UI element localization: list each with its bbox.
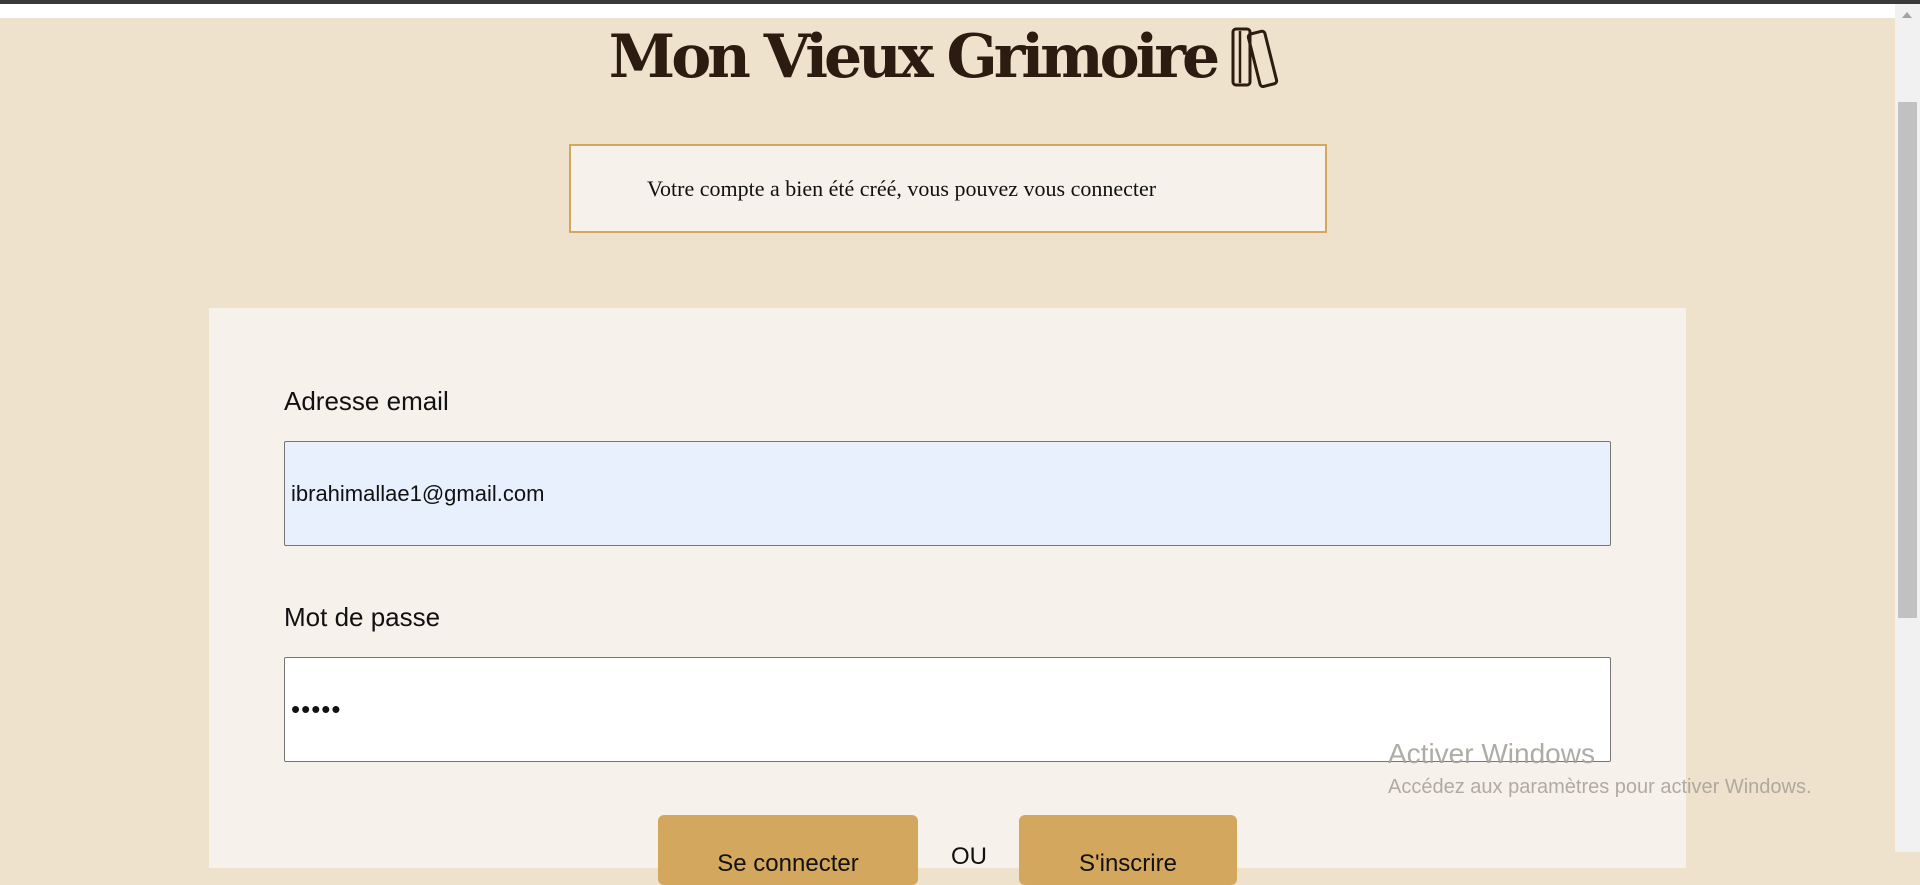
signin-button[interactable]: Se connecter <box>658 815 918 885</box>
logo-text: Mon Vieux Grimoire <box>608 22 1220 92</box>
site-logo[interactable]: Mon Vieux Grimoire <box>0 22 1895 92</box>
password-label: Mot de passe <box>284 602 441 632</box>
email-field[interactable] <box>284 441 1611 546</box>
books-icon <box>1231 27 1279 88</box>
vertical-scrollbar[interactable] <box>1895 4 1920 852</box>
login-card: Adresse email Mot de passe Se connecter … <box>209 308 1686 885</box>
success-message: Votre compte a bien été créé, vous pouve… <box>647 175 1157 201</box>
scroll-up-arrow-icon[interactable] <box>1902 12 1912 18</box>
scrollbar-thumb[interactable] <box>1898 102 1917 618</box>
success-alert: Votre compte a bien été créé, vous pouve… <box>569 144 1327 233</box>
signup-button[interactable]: S'inscrire <box>1019 815 1237 885</box>
email-label: Adresse email <box>284 386 449 416</box>
password-field[interactable] <box>284 657 1611 762</box>
or-separator: OU <box>951 843 987 870</box>
page: Mon Vieux Grimoire Votre compte a bien é… <box>0 0 1895 885</box>
